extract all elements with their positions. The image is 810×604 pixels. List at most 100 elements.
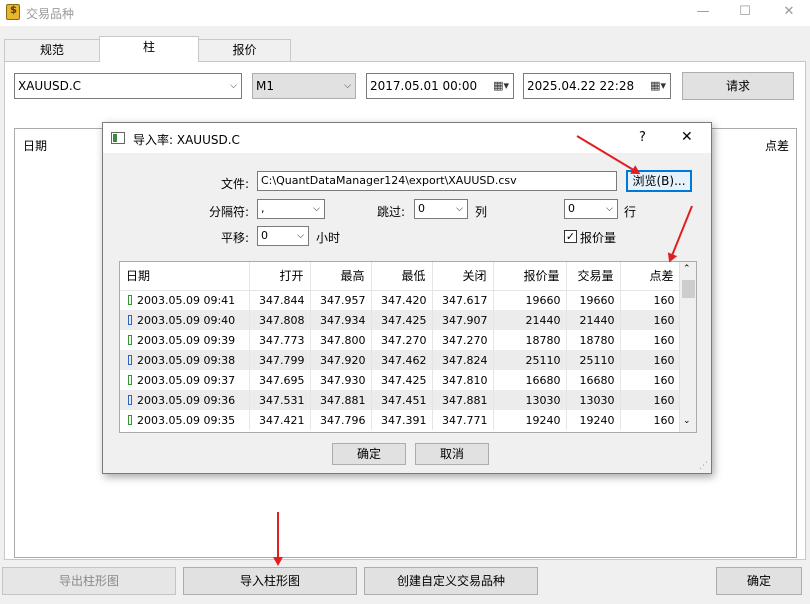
date-text: 2003.05.09 09:36: [137, 393, 236, 407]
help-button[interactable]: ?: [639, 130, 646, 145]
skip-rows-select[interactable]: 0 ⌵: [564, 199, 618, 219]
table-row[interactable]: 2003.05.09 09:37 347.695 347.930 347.425 347…: [120, 370, 681, 390]
symbol-value: XAUUSD.C: [18, 79, 82, 93]
maximize-icon[interactable]: ☐: [730, 2, 760, 22]
cell-high: 347.796: [310, 410, 372, 430]
symbol-select[interactable]: XAUUSD.C ⌵: [14, 73, 242, 99]
cell-close: 347.824: [432, 350, 494, 370]
separator-select[interactable]: , ⌵: [257, 199, 325, 219]
calendar-icon[interactable]: ▦▾: [650, 74, 666, 98]
shift-value: 0: [261, 229, 268, 242]
from-date-picker[interactable]: 2017.05.01 00:00 ▦▾: [366, 73, 514, 99]
cell-low: 347.391: [371, 410, 433, 430]
row-label: 行: [624, 205, 637, 219]
cell-spread: 160: [620, 350, 681, 370]
col-low[interactable]: 最低: [371, 262, 433, 291]
cell-open: 347.531: [249, 390, 311, 410]
create-custom-symbol-button[interactable]: 创建自定义交易品种: [364, 567, 538, 595]
col-spread[interactable]: 点差: [620, 262, 681, 291]
skip-columns-select[interactable]: 0 ⌵: [414, 199, 468, 219]
minimize-icon[interactable]: —: [688, 2, 718, 22]
to-date-value: 2025.04.22 22:28: [527, 79, 635, 93]
table-row[interactable]: 2003.05.09 09:36 347.531 347.881 347.451 347…: [120, 390, 681, 410]
candle-icon: [128, 294, 132, 305]
cell-volume: 21440: [566, 310, 621, 330]
timeframe-select[interactable]: M1 ⌵: [252, 73, 356, 99]
chevron-down-icon: ⌵: [297, 231, 304, 241]
candle-icon: [128, 314, 132, 325]
export-bars-button[interactable]: 导出柱形图: [2, 567, 176, 595]
ticks-checkbox[interactable]: ✓: [564, 230, 577, 243]
cell-ticks: 16680: [493, 370, 567, 390]
candle-icon: [128, 394, 132, 405]
import-dialog: 导入率: XAUUSD.C ? ✕ 文件: C:\QuantDataManage…: [102, 122, 712, 474]
date-text: 2003.05.09 09:39: [137, 333, 236, 347]
ticks-checkbox-label[interactable]: 报价量: [580, 229, 616, 246]
cell-high: 347.930: [310, 370, 372, 390]
table-row[interactable]: 2003.05.09 09:35 347.421 347.796 347.391 347…: [120, 410, 681, 430]
table-row[interactable]: 2003.05.09 09:41 347.844 347.957 347.420 347…: [120, 290, 681, 310]
candle-icon: [128, 334, 132, 345]
cell-close: 347.617: [432, 290, 494, 310]
col-date[interactable]: 日期: [120, 262, 250, 291]
ok-button[interactable]: 确定: [716, 567, 802, 595]
column-label: 列: [475, 205, 488, 219]
cell-ticks: 19660: [493, 290, 567, 310]
cell-ticks: 21440: [493, 310, 567, 330]
cell-date: 2003.05.09 09:35: [120, 410, 250, 430]
cell-spread: 160: [620, 410, 681, 430]
col-open[interactable]: 打开: [249, 262, 311, 291]
preview-header-row: 日期 打开 最高 最低 关闭 报价量 交易量 点差: [120, 262, 681, 291]
cell-open: 347.773: [249, 330, 311, 350]
cell-ticks: 25110: [493, 350, 567, 370]
cell-close: 347.810: [432, 370, 494, 390]
table-row[interactable]: 2003.05.09 09:38 347.799 347.920 347.462 347…: [120, 350, 681, 370]
chevron-down-icon: ⌵: [456, 204, 463, 214]
window-title: 交易品种: [26, 7, 75, 21]
scroll-thumb[interactable]: [682, 280, 695, 298]
preview-rows: 2003.05.09 09:41 347.844 347.957 347.420 347…: [120, 290, 681, 430]
date-text: 2003.05.09 09:40: [137, 313, 236, 327]
dialog-ok-button[interactable]: 确定: [332, 443, 406, 465]
calendar-icon[interactable]: ▦▾: [493, 74, 509, 98]
shift-label: 平移:: [221, 231, 250, 245]
separator-label: 分隔符:: [209, 205, 250, 219]
tab-ticks[interactable]: 报价: [198, 39, 291, 61]
tab-spec[interactable]: 规范: [4, 39, 100, 61]
preview-scrollbar[interactable]: ⌃ ⌄: [679, 262, 696, 432]
window-titlebar: 交易品种 — ☐ ✕: [0, 0, 810, 26]
scroll-up-icon[interactable]: ⌃: [683, 264, 691, 274]
cell-spread: 160: [620, 290, 681, 310]
dialog-cancel-button[interactable]: 取消: [415, 443, 489, 465]
cell-low: 347.425: [371, 310, 433, 330]
cell-high: 347.920: [310, 350, 372, 370]
col-high[interactable]: 最高: [310, 262, 372, 291]
date-text: 2003.05.09 09:38: [137, 353, 236, 367]
table-row[interactable]: 2003.05.09 09:40 347.808 347.934 347.425 347…: [120, 310, 681, 330]
list-header-spread: 点差: [765, 139, 790, 153]
close-icon[interactable]: ✕: [774, 2, 804, 22]
dialog-close-button[interactable]: ✕: [681, 129, 693, 145]
cell-low: 347.420: [371, 290, 433, 310]
col-close[interactable]: 关闭: [432, 262, 494, 291]
file-path-input[interactable]: C:\QuantDataManager124\export\XAUUSD.csv: [257, 171, 617, 191]
col-ticks[interactable]: 报价量: [493, 262, 567, 291]
cell-open: 347.808: [249, 310, 311, 330]
shift-select[interactable]: 0 ⌵: [257, 226, 309, 246]
import-bars-button[interactable]: 导入柱形图: [183, 567, 357, 595]
to-date-picker[interactable]: 2025.04.22 22:28 ▦▾: [523, 73, 671, 99]
table-row[interactable]: 2003.05.09 09:39 347.773 347.800 347.270 347…: [120, 330, 681, 350]
cell-high: 347.800: [310, 330, 372, 350]
preview-table: 日期 打开 最高 最低 关闭 报价量 交易量 点差 2003.05.09 09:…: [120, 262, 681, 430]
request-button[interactable]: 请求: [682, 72, 794, 100]
candle-icon: [128, 354, 132, 365]
dialog-title: 导入率: XAUUSD.C: [133, 133, 240, 147]
scroll-down-icon[interactable]: ⌄: [683, 416, 691, 426]
date-text: 2003.05.09 09:37: [137, 373, 236, 387]
timeframe-value: M1: [256, 79, 274, 93]
col-volume[interactable]: 交易量: [566, 262, 621, 291]
cell-volume: 19660: [566, 290, 621, 310]
resize-grip-icon[interactable]: ⋰: [699, 461, 708, 471]
tab-bars[interactable]: 柱: [99, 36, 199, 62]
preview-grid[interactable]: 日期 打开 最高 最低 关闭 报价量 交易量 点差 2003.05.09 09:…: [119, 261, 697, 433]
